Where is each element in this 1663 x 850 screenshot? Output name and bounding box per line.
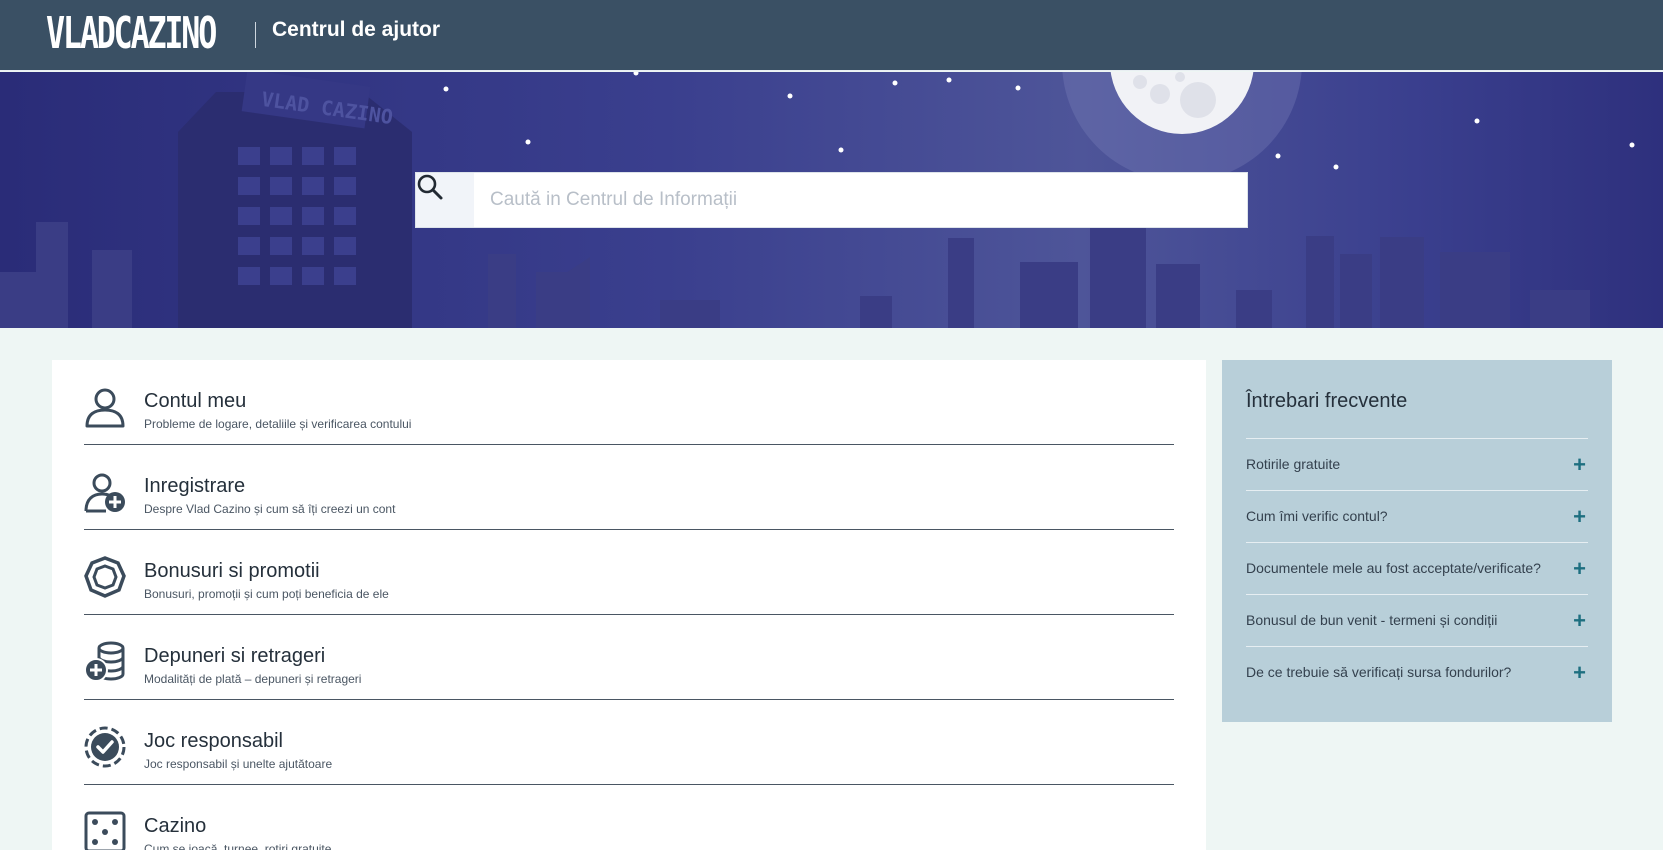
category-title: Cazino xyxy=(144,815,207,837)
category-contul-meu[interactable]: Contul meu Probleme de logare, detaliile… xyxy=(84,360,1174,445)
faq-question: Rotirile gratuite xyxy=(1246,456,1341,472)
chip-check-icon xyxy=(84,726,126,768)
faq-item[interactable]: Documentele mele au fost acceptate/verif… xyxy=(1246,542,1588,594)
faq-panel: Întrebari frecvente Rotirile gratuite + … xyxy=(1222,360,1612,722)
faq-item[interactable]: Cum îmi verific contul? + xyxy=(1246,490,1588,542)
coins-plus-icon xyxy=(84,641,125,682)
category-title: Depuneri si retrageri xyxy=(144,645,326,667)
faq-item[interactable]: Bonusul de bun venit - termeni și condiț… xyxy=(1246,594,1588,646)
category-bonusuri[interactable]: Bonusuri si promotii Bonusuri, promoții … xyxy=(84,530,1174,615)
add-user-icon xyxy=(84,473,125,513)
category-depuneri[interactable]: Depuneri si retrageri Modalități de plat… xyxy=(84,615,1174,700)
faq-item[interactable]: De ce trebuie să verificați sursa fondur… xyxy=(1246,646,1588,698)
stars xyxy=(443,72,1635,170)
help-categories-card: Contul meu Probleme de logare, detaliile… xyxy=(52,360,1206,850)
search-input[interactable] xyxy=(474,173,1247,227)
plus-icon[interactable]: + xyxy=(1573,503,1586,531)
category-description: Cum se joacă, turnee, rotiri gratuite xyxy=(144,842,332,850)
category-description: Bonusuri, promoții și cum poți beneficia… xyxy=(144,587,389,601)
search-bar xyxy=(415,172,1248,228)
search-icon xyxy=(417,174,443,200)
header-divider xyxy=(255,22,256,48)
logo-text: VLADCAZINO xyxy=(46,8,217,59)
user-icon xyxy=(85,388,125,428)
plus-icon[interactable]: + xyxy=(1573,659,1586,687)
category-joc-responsabil[interactable]: Joc responsabil Joc responsabil și unelt… xyxy=(84,700,1174,785)
plus-icon[interactable]: + xyxy=(1573,451,1586,479)
casino-building: VLAD CAZINO xyxy=(178,72,412,328)
faq-question: Documentele mele au fost acceptate/verif… xyxy=(1246,560,1541,576)
vlad-cazino-logo[interactable]: VLADCAZINO xyxy=(46,4,281,64)
hero-banner: VLAD CAZINO xyxy=(0,72,1663,328)
plus-icon[interactable]: + xyxy=(1573,607,1586,635)
category-title: Inregistrare xyxy=(144,475,246,497)
plus-icon[interactable]: + xyxy=(1573,555,1586,583)
category-description: Probleme de logare, detaliile și verific… xyxy=(144,417,412,431)
dice-icon xyxy=(84,811,126,850)
bonus-gem-icon xyxy=(84,556,126,598)
faq-item[interactable]: Rotirile gratuite + xyxy=(1246,438,1588,490)
category-title: Contul meu xyxy=(144,390,247,412)
faq-title: Întrebari frecvente xyxy=(1246,390,1408,412)
page-title: Centrul de ajutor xyxy=(272,18,441,41)
faq-question: De ce trebuie să verificați sursa fondur… xyxy=(1246,664,1512,680)
category-title: Joc responsabil xyxy=(144,730,283,752)
category-description: Modalități de plată – depuneri și retrag… xyxy=(144,672,362,686)
search-icon-button[interactable] xyxy=(416,173,474,227)
top-header: VLADCAZINO Centrul de ajutor xyxy=(0,0,1663,71)
faq-question: Cum îmi verific contul? xyxy=(1246,508,1388,524)
category-description: Despre Vlad Cazino și cum să îți creezi … xyxy=(144,502,396,516)
category-description: Joc responsabil și unelte ajutătoare xyxy=(144,757,333,771)
category-cazino[interactable]: Cazino Cum se joacă, turnee, rotiri grat… xyxy=(84,785,1174,850)
category-title: Bonusuri si promotii xyxy=(144,560,320,582)
faq-question: Bonusul de bun venit - termeni și condiț… xyxy=(1246,612,1498,628)
category-inregistrare[interactable]: Inregistrare Despre Vlad Cazino și cum s… xyxy=(84,445,1174,530)
